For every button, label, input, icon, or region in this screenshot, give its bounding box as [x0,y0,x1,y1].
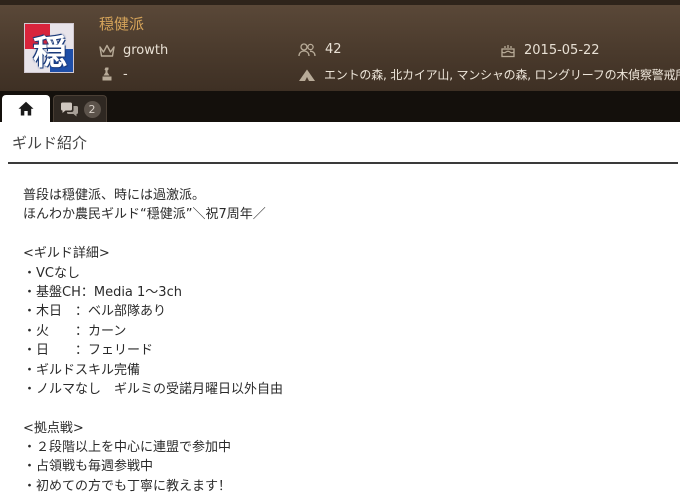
intro-line: ・火 ：カーン [23,323,127,339]
intro-line: ・２段階以上を中心に連盟で参加中 [23,440,232,456]
crown-icon [99,44,115,57]
section-title: ギルド紹介 [12,134,88,152]
intro-line [23,399,663,418]
guild-header: 穏 穏健派 growth - 42 2015-05-22 エントの森, 北カイア… [0,0,680,91]
territory-list: エントの森, 北カイア山, マンシャの森, ロングリーフの木偵察警戒所 [324,68,680,82]
founded-date: 2015-05-22 [524,42,600,58]
tab-home[interactable] [2,95,50,122]
intro-line: ・基盤CH：Media 1～3ch [23,284,182,300]
guild-master-name: growth [123,43,169,58]
intro-line: ・初めての方でも丁寧に教えます！ [23,478,232,494]
tab-bar: 2 [0,91,680,122]
intro-line: ・ギルドスキル完備 [23,362,141,378]
guild-master: growth [99,43,168,58]
guild-members: 42 [298,42,342,57]
section-divider [8,162,678,164]
guild-intro-text: 普段は穏健派、時には過激派。ほんわか農民ギルド“穏健派”＼祝7周年／ <ギルド詳細… [23,186,663,496]
guild-name: 穏健派 [99,15,145,33]
pawn-icon [102,67,112,81]
emblem-glyph: 穏 [33,32,67,73]
intro-line: ・占領戦も毎週参戦中 [23,459,154,475]
users-icon [298,42,316,56]
intro-line: ・木日 ：ベル部隊あり [23,304,167,320]
chat-count-badge: 2 [83,100,101,118]
intro-line: ・日 ：フェリード [23,343,154,359]
intro-line: <拠点戦> [23,420,84,436]
intro-line: ・ノルマなし ギルミの受諾月曜日以外自由 [23,381,284,397]
guild-sub-master-name: - [123,66,128,82]
cake-icon [501,45,515,58]
intro-line: ほんわか農民ギルド“穏健派”＼祝7周年／ [23,207,266,223]
member-count: 42 [325,42,342,57]
guild-territories: エントの森, 北カイア山, マンシャの森, ロングリーフの木偵察警戒所 [298,66,680,83]
guild-founded: 2015-05-22 [500,42,600,58]
home-icon [18,101,34,116]
intro-line [23,225,663,244]
intro-line: 普段は穏健派、時には過激派。 [23,188,206,203]
tent-icon [299,69,315,81]
tab-chat[interactable]: 2 [53,95,107,122]
guild-sub-master: - [99,66,128,82]
intro-line: <ギルド詳細> [23,246,110,262]
guild-emblem: 穏 [24,23,74,73]
intro-line: ・VCなし [23,265,80,281]
chat-bubbles-icon [60,102,78,116]
